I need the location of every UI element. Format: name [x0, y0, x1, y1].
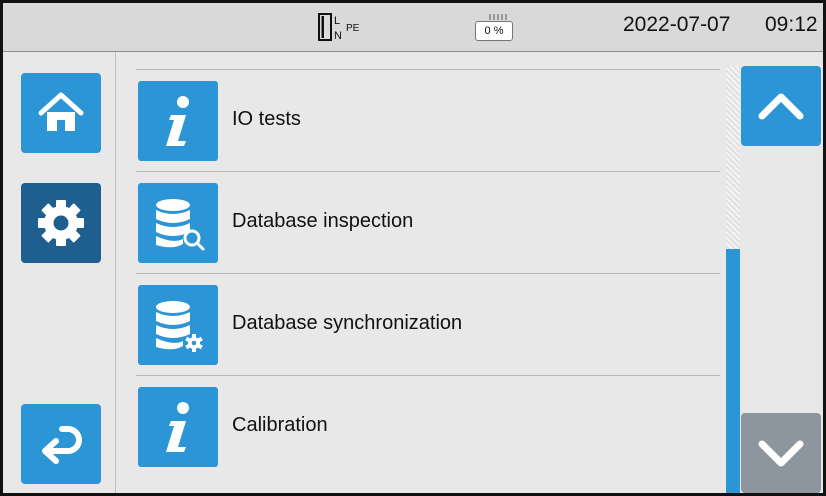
menu-item-io-tests[interactable]: IO tests — [136, 69, 720, 172]
status-time: 09:12 — [765, 13, 818, 36]
database-search-icon — [138, 183, 218, 263]
return-arrow-icon — [42, 426, 82, 464]
scroll-down-button[interactable] — [741, 413, 821, 493]
svg-text:L: L — [334, 15, 340, 27]
menu-item-label: Database synchronization — [232, 312, 463, 334]
battery-percent: 0 % — [475, 21, 513, 41]
menu-item-label: Calibration — [232, 414, 328, 436]
battery-icon: 0 % — [475, 13, 515, 43]
right-scroll-rail — [740, 52, 823, 493]
gear-icon — [38, 200, 84, 246]
info-icon — [138, 81, 218, 161]
chevron-down-icon — [758, 440, 804, 467]
menu-item-label: IO tests — [232, 108, 301, 130]
svg-text:PE: PE — [346, 23, 360, 34]
menu-item-calibration[interactable]: Calibration — [136, 375, 720, 478]
device-screen: L N PE 0 % 2022-07-07 09:12 IO tests Dat… — [0, 0, 826, 496]
left-nav-rail — [3, 52, 116, 493]
menu-item-label: Database inspection — [232, 210, 414, 232]
settings-button[interactable] — [21, 183, 101, 263]
menu-item-database-synchronization[interactable]: Database synchronization — [136, 273, 720, 376]
scrollbar-thumb[interactable] — [726, 249, 740, 493]
status-date: 2022-07-07 — [623, 13, 731, 36]
database-settings-icon — [138, 285, 218, 365]
home-icon — [38, 92, 84, 131]
svg-text:N: N — [334, 30, 342, 41]
menu-item-database-inspection[interactable]: Database inspection — [136, 171, 720, 274]
plug-wiring-icon: L N PE — [318, 13, 360, 41]
scrollbar-track[interactable] — [726, 66, 740, 493]
scroll-up-button[interactable] — [741, 66, 821, 146]
status-bar: L N PE 0 % 2022-07-07 09:12 — [3, 3, 823, 52]
back-button[interactable] — [21, 404, 101, 484]
info-icon — [138, 387, 218, 467]
chevron-up-icon — [758, 93, 804, 120]
home-button[interactable] — [21, 73, 101, 153]
settings-menu-list: IO tests Database inspection Database sy… — [123, 52, 723, 493]
